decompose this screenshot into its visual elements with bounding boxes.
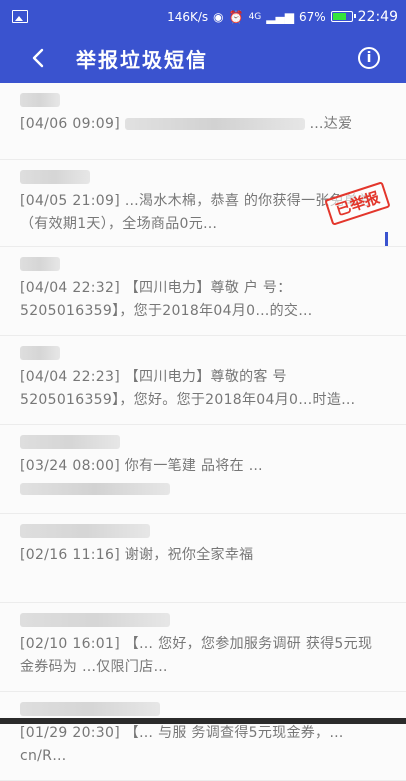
- app-toolbar: 举报垃圾短信 i: [0, 33, 406, 83]
- wifi-icon: ◉: [213, 9, 224, 24]
- network-type: 4G: [248, 11, 262, 22]
- sender-redacted: [20, 257, 60, 271]
- sender-redacted: [20, 613, 170, 627]
- list-item[interactable]: [01/29 20:30] 【… 与服 务调查得5元现金券，… cn/R…: [0, 702, 406, 781]
- message-preview: [04/04 22:23] 【四川电力】尊敬的客 号 5205016359】，您…: [20, 366, 386, 412]
- status-right: 146K/s ◉ ⏰ 4G ▂▄▆ 67% 22:49: [167, 9, 398, 25]
- clock: 22:49: [357, 8, 398, 25]
- chevron-left-icon: [32, 48, 44, 68]
- message-preview: [01/29 20:30] 【… 与服 务调查得5元现金券，… cn/R…: [20, 722, 386, 768]
- info-icon: i: [366, 50, 372, 66]
- message-text: 谢谢，祝你全家幸福: [124, 547, 254, 563]
- alarm-icon: ⏰: [228, 9, 244, 24]
- status-bar: 146K/s ◉ ⏰ 4G ▂▄▆ 67% 22:49: [0, 0, 406, 33]
- list-item[interactable]: [04/06 09:09] …达爱: [0, 93, 406, 160]
- message-text: …达爱: [309, 116, 353, 132]
- list-item[interactable]: [02/16 11:16] 谢谢，祝你全家幸福: [0, 524, 406, 603]
- message-date: [04/04 22:32]: [20, 280, 120, 296]
- message-text: 你有一笔建 品将在 …: [124, 458, 263, 474]
- list-item[interactable]: [04/05 21:09] …渴水木棉，恭喜 的你获得一张免单券（有效期1天），…: [0, 170, 406, 247]
- sender-redacted: [20, 93, 60, 107]
- sender-redacted: [20, 170, 90, 184]
- back-button[interactable]: [26, 46, 50, 70]
- image-notification-icon: [12, 10, 28, 23]
- message-date: [04/05 21:09]: [20, 193, 120, 209]
- net-speed: 146K/s: [167, 9, 209, 24]
- list-item[interactable]: [04/04 22:32] 【四川电力】尊敬 户 号：5205016359】，您…: [0, 257, 406, 336]
- redacted-text: [124, 118, 305, 130]
- sender-redacted: [20, 524, 150, 538]
- message-preview: [02/16 11:16] 谢谢，祝你全家幸福: [20, 544, 386, 567]
- sender-redacted: [20, 702, 160, 716]
- list-item[interactable]: [04/04 22:23] 【四川电力】尊敬的客 号 5205016359】，您…: [0, 346, 406, 425]
- message-preview: [04/04 22:32] 【四川电力】尊敬 户 号：5205016359】，您…: [20, 277, 386, 323]
- message-date: [02/16 11:16]: [20, 547, 120, 563]
- redacted-text: [20, 483, 170, 495]
- bottom-navbar-edge: [0, 718, 406, 724]
- signal-icon: ▂▄▆: [266, 9, 294, 24]
- message-date: [04/06 09:09]: [20, 116, 120, 132]
- message-date: [01/29 20:30]: [20, 725, 120, 741]
- sender-redacted: [20, 346, 60, 360]
- list-item[interactable]: [03/24 08:00] 你有一笔建 品将在 …: [0, 435, 406, 514]
- message-date: [02/10 16:01]: [20, 636, 120, 652]
- message-preview: [04/06 09:09] …达爱: [20, 113, 386, 136]
- message-preview: [03/24 08:00] 你有一笔建 品将在 …: [20, 455, 386, 501]
- message-date: [03/24 08:00]: [20, 458, 120, 474]
- battery-percent: 67%: [298, 9, 326, 24]
- battery-icon: [330, 11, 356, 22]
- list-item[interactable]: [02/10 16:01] 【… 您好，您参加服务调研 获得5元现金券码为 …仅…: [0, 613, 406, 692]
- message-date: [04/04 22:23]: [20, 369, 120, 385]
- info-button[interactable]: i: [358, 47, 380, 69]
- scroll-indicator: [385, 232, 388, 246]
- page-title: 举报垃圾短信: [76, 47, 208, 72]
- sender-redacted: [20, 435, 120, 449]
- message-preview: [02/10 16:01] 【… 您好，您参加服务调研 获得5元现金券码为 …仅…: [20, 633, 386, 679]
- message-list[interactable]: [04/06 09:09] …达爱 [04/05 21:09] …渴水木棉，恭喜…: [0, 83, 406, 781]
